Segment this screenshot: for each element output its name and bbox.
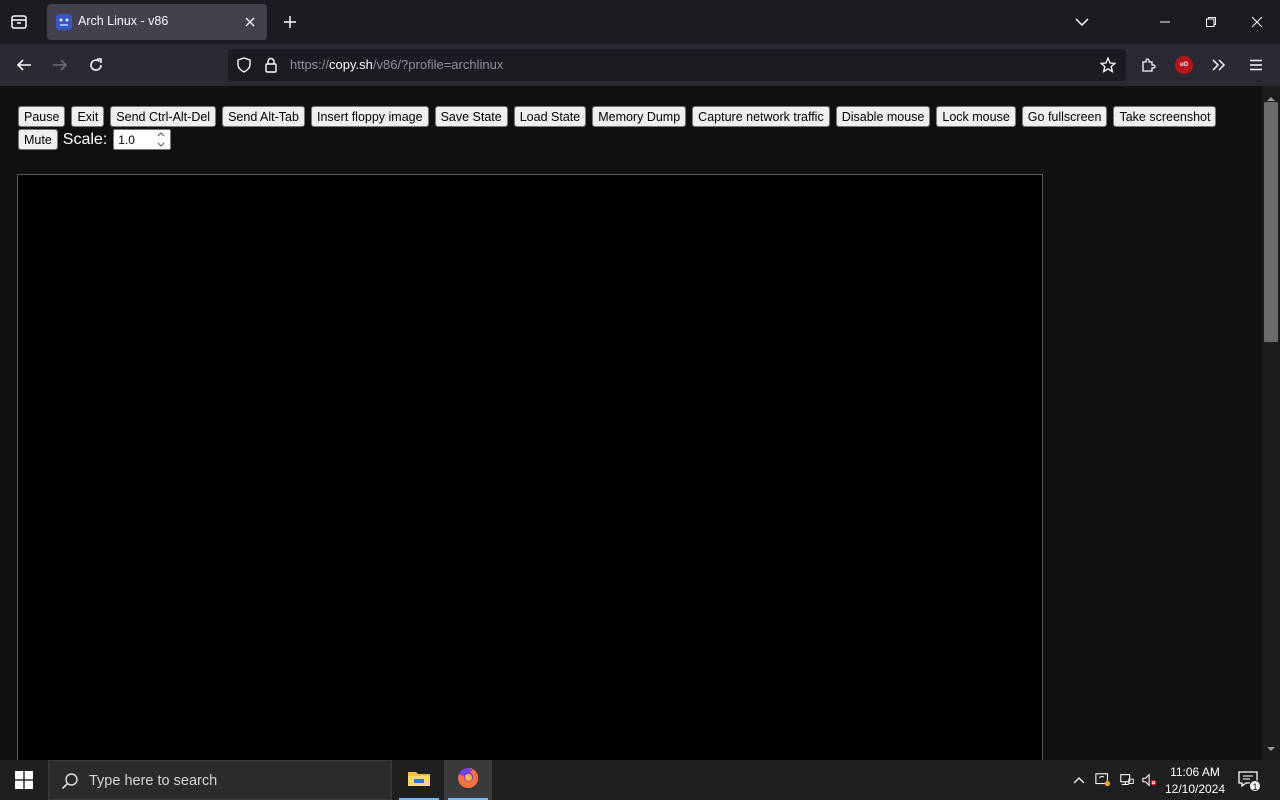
firefox-view-icon[interactable] — [8, 11, 30, 33]
extensions-puzzle-icon[interactable] — [1135, 52, 1161, 78]
update-alert-icon[interactable] — [1095, 772, 1111, 788]
v86-favicon-icon — [56, 14, 72, 30]
system-clock[interactable]: 11:06 AM 12/10/2024 — [1160, 764, 1230, 798]
restore-icon[interactable] — [1201, 12, 1221, 32]
taskbar-file-explorer[interactable] — [395, 760, 443, 800]
tab-title: Arch Linux - v86 — [78, 14, 169, 28]
take-screenshot-button[interactable]: Take screenshot — [1113, 106, 1217, 127]
send-alt-tab-button[interactable]: Send Alt-Tab — [222, 106, 305, 127]
hamburger-menu-icon[interactable] — [1243, 52, 1269, 78]
volume-muted-icon[interactable] — [1142, 772, 1158, 788]
minimize-icon[interactable] — [1155, 12, 1175, 32]
scale-value: 1.0 — [118, 132, 135, 147]
reload-icon[interactable] — [83, 52, 109, 78]
clock-date: 12/10/2024 — [1164, 782, 1226, 796]
close-window-icon[interactable] — [1247, 12, 1267, 32]
forward-arrow-icon[interactable] — [47, 52, 73, 78]
controls-row-1: Pause Exit Send Ctrl-Alt-Del Send Alt-Tab In… — [18, 106, 1217, 127]
tab-strip: Arch Linux - v86 — [0, 0, 1280, 44]
taskbar-search-box[interactable]: Type here to search — [48, 760, 392, 800]
page-content: Pause Exit Send Ctrl-Alt-Del Send Alt-Tab In… — [0, 86, 1262, 760]
close-tab-icon[interactable] — [241, 13, 259, 31]
search-placeholder: Type here to search — [89, 773, 218, 789]
page-scrollbar[interactable] — [1262, 86, 1280, 760]
file-explorer-icon — [407, 768, 431, 793]
bookmark-star-icon[interactable] — [1100, 57, 1116, 73]
load-state-button[interactable]: Load State — [513, 106, 587, 127]
insert-floppy-image-button[interactable]: Insert floppy image — [310, 106, 429, 127]
lock-mouse-button[interactable]: Lock mouse — [936, 106, 1016, 127]
network-icon[interactable] — [1119, 772, 1135, 788]
firefox-icon — [456, 766, 480, 795]
list-all-tabs-icon[interactable] — [1072, 12, 1092, 32]
scroll-down-arrow-icon[interactable] — [1266, 739, 1276, 757]
overflow-chevrons-icon[interactable] — [1206, 52, 1232, 78]
address-bar[interactable]: https://copy.sh/v86/?profile=archlinux — [228, 49, 1126, 81]
clock-time: 11:06 AM — [1170, 765, 1220, 779]
scale-spinner-icon[interactable] — [156, 132, 166, 147]
tracking-protection-shield-icon[interactable] — [236, 57, 252, 73]
url-text[interactable]: https://copy.sh/v86/?profile=archlinux — [290, 57, 503, 72]
send-ctrl-alt-del-button[interactable]: Send Ctrl-Alt-Del — [110, 106, 217, 127]
mute-button[interactable]: Mute — [18, 129, 58, 150]
memory-dump-button[interactable]: Memory Dump — [592, 106, 687, 127]
scroll-thumb[interactable] — [1264, 102, 1278, 342]
notification-count-badge: 1 — [1249, 780, 1261, 792]
url-host: copy.sh — [329, 57, 373, 72]
url-scheme: https:// — [290, 57, 330, 72]
scale-input[interactable]: 1.0 — [113, 129, 172, 150]
scale-label: Scale: — [62, 130, 108, 148]
back-arrow-icon[interactable] — [11, 52, 37, 78]
padlock-icon[interactable] — [263, 57, 279, 73]
emulator-screen[interactable] — [17, 174, 1043, 760]
search-icon — [61, 772, 79, 795]
url-path: /v86/?profile=archlinux — [372, 57, 504, 72]
windows-start-icon[interactable] — [0, 760, 48, 800]
capture-network-traffic-button[interactable]: Capture network traffic — [692, 106, 830, 127]
exit-button[interactable]: Exit — [71, 106, 105, 127]
navigation-toolbar: https://copy.sh/v86/?profile=archlinux u… — [0, 44, 1280, 86]
windows-taskbar: Type here to search 11:06 AM 12/10/2024 … — [0, 760, 1280, 800]
controls-row-2: Mute Scale: 1.0 — [18, 129, 172, 150]
save-state-button[interactable]: Save State — [434, 106, 508, 127]
tab-arch-linux[interactable]: Arch Linux - v86 — [47, 4, 267, 40]
ublock-origin-icon[interactable]: uO — [1175, 56, 1193, 74]
taskbar-firefox[interactable] — [444, 760, 492, 800]
disable-mouse-button[interactable]: Disable mouse — [835, 106, 931, 127]
show-hidden-icons-chevron-icon[interactable] — [1071, 772, 1087, 788]
pause-button[interactable]: Pause — [18, 106, 66, 127]
go-fullscreen-button[interactable]: Go fullscreen — [1021, 106, 1108, 127]
new-tab-icon[interactable] — [280, 12, 300, 32]
